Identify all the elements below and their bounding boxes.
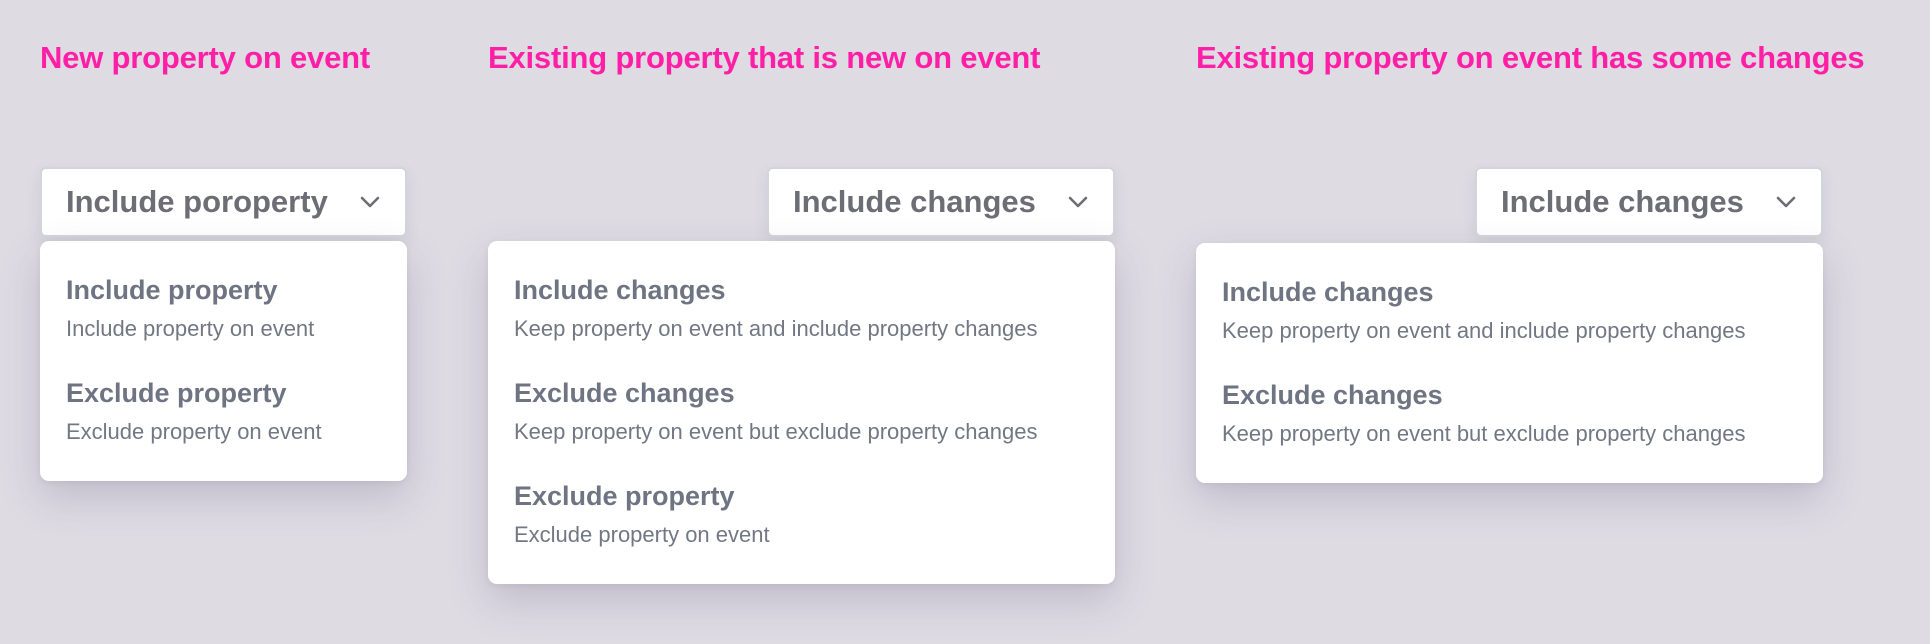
- menu-option-include-property[interactable]: Include property Include property on eve…: [66, 277, 381, 380]
- option-title: Include changes: [1222, 277, 1434, 307]
- select-value: Include changes: [793, 184, 1036, 219]
- menu-option-include-changes[interactable]: Include changes Keep property on event a…: [1222, 279, 1797, 382]
- menu-option-exclude-changes[interactable]: Exclude changes Keep property on event b…: [1222, 382, 1797, 485]
- option-title: Exclude changes: [514, 378, 735, 408]
- option-title: Exclude property: [514, 481, 735, 511]
- dropdown-menu-existing-changes: Include changes Keep property on event a…: [1196, 243, 1823, 483]
- menu-option-exclude-property[interactable]: Exclude property Exclude property on eve…: [66, 380, 381, 483]
- option-title: Include changes: [514, 275, 726, 305]
- menu-option-include-changes[interactable]: Include changes Keep property on event a…: [514, 277, 1089, 380]
- option-description: Include property on event: [66, 316, 315, 341]
- option-title: Exclude changes: [1222, 380, 1443, 410]
- dropdown-menu-new-property: Include property Include property on eve…: [40, 241, 407, 481]
- option-description: Keep property on event but exclude prope…: [514, 419, 1038, 444]
- select-dropdown-new-property[interactable]: Include poroperty: [40, 167, 407, 237]
- option-description: Keep property on event and include prope…: [514, 316, 1038, 341]
- heading-new-property: New property on event: [40, 40, 370, 75]
- chevron-down-icon: [360, 196, 380, 208]
- option-description: Keep property on event and include prope…: [1222, 318, 1746, 343]
- select-value: Include changes: [1501, 184, 1744, 219]
- menu-option-exclude-property[interactable]: Exclude property Exclude property on eve…: [514, 483, 1089, 586]
- select-dropdown-existing-changes[interactable]: Include changes: [1475, 167, 1823, 237]
- canvas: New property on event Existing property …: [0, 0, 1930, 644]
- option-title: Include property: [66, 275, 278, 305]
- select-dropdown-existing-new[interactable]: Include changes: [767, 167, 1115, 237]
- option-description: Exclude property on event: [514, 522, 770, 547]
- chevron-down-icon: [1776, 196, 1796, 208]
- option-title: Exclude property: [66, 378, 287, 408]
- option-description: Exclude property on event: [66, 419, 322, 444]
- select-value: Include poroperty: [66, 184, 328, 219]
- chevron-down-icon: [1068, 196, 1088, 208]
- heading-existing-changes: Existing property on event has some chan…: [1196, 40, 1865, 75]
- dropdown-menu-existing-new: Include changes Keep property on event a…: [488, 241, 1115, 584]
- menu-option-exclude-changes[interactable]: Exclude changes Keep property on event b…: [514, 380, 1089, 483]
- option-description: Keep property on event but exclude prope…: [1222, 421, 1746, 446]
- heading-existing-new: Existing property that is new on event: [488, 40, 1041, 75]
